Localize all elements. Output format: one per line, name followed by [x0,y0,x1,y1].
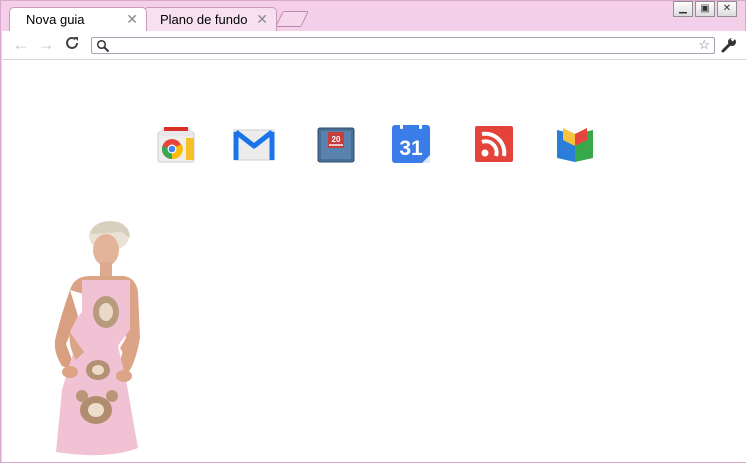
calendar-icon[interactable]: 31 [389,122,433,166]
omnibox[interactable]: ☆ [91,37,715,54]
restore-button[interactable]: ▣ [695,1,715,17]
browser-window: Nova guia ✕ Plano de fundo ✕ ▁ ▣ ✕ ← → ☆… [0,0,746,463]
close-icon: ✕ [722,3,732,14]
forward-arrow-icon: → [37,35,55,54]
star-icon[interactable]: ☆ [698,37,710,53]
background-photo [54,221,140,456]
reload-button[interactable] [62,35,82,55]
reload-icon [66,36,78,49]
forward-button[interactable]: → [36,35,56,55]
minimize-button[interactable]: ▁ [673,1,693,17]
restore-icon: ▣ [700,3,710,14]
back-button[interactable]: ← [11,35,31,55]
address-input[interactable] [112,38,692,53]
tab-plano-de-fundo[interactable]: Plano de fundo ✕ [143,7,277,31]
apps-grid: 20 31 [2,60,746,180]
close-tab-icon[interactable]: ✕ [126,11,138,28]
rss-icon[interactable] [472,122,516,166]
close-tab-icon[interactable]: ✕ [256,11,268,28]
web-store-icon[interactable] [154,122,198,166]
back-arrow-icon: ← [12,35,30,54]
books-icon[interactable] [553,122,597,166]
tab-strip: Nova guia ✕ Plano de fundo ✕ ▁ ▣ ✕ [1,1,745,31]
svg-text:31: 31 [399,137,423,160]
wrench-icon[interactable] [720,36,738,54]
close-window-button[interactable]: ✕ [717,1,737,17]
svg-text:20: 20 [332,135,341,144]
address-book-icon[interactable]: 20 [314,122,358,166]
new-tab-button[interactable] [275,11,309,27]
new-tab-page: 20 31 [2,60,746,462]
toolbar: ← → ☆ [2,31,746,60]
tab-label: Plano de fundo [160,12,248,27]
tab-nova-guia[interactable]: Nova guia ✕ [9,7,147,31]
minimize-icon: ▁ [679,3,687,14]
gmail-icon[interactable] [232,122,276,166]
search-icon [96,39,110,53]
tab-label: Nova guia [26,12,85,27]
